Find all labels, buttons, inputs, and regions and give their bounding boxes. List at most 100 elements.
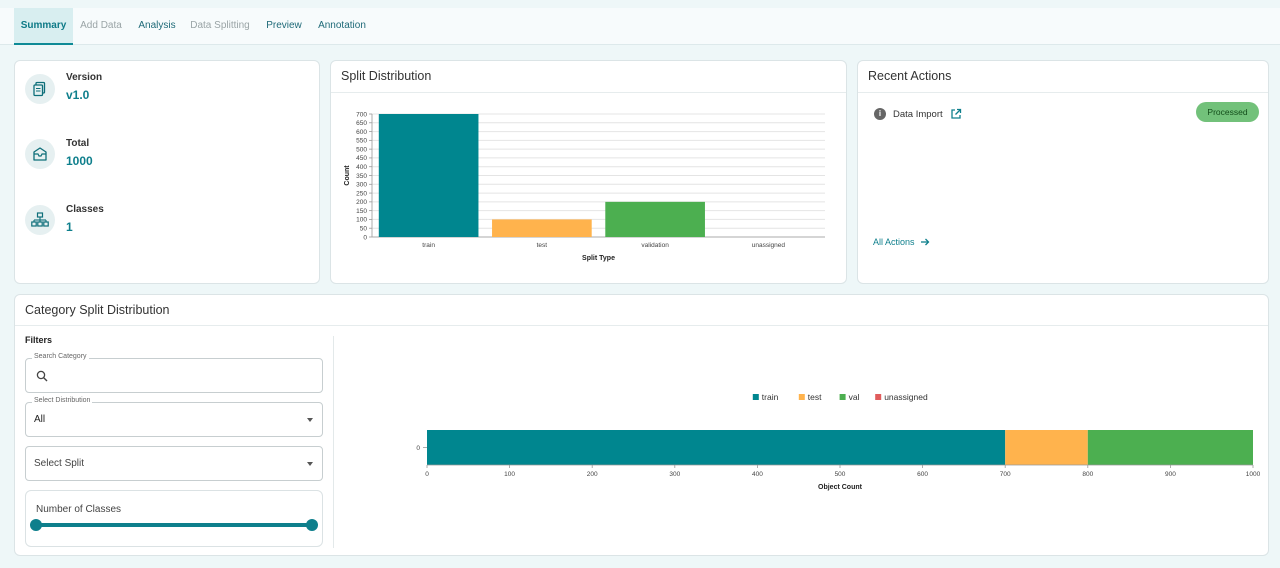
copy-icon bbox=[25, 74, 55, 104]
y-tick-label: 50 bbox=[360, 226, 368, 233]
number-of-classes-box: Number of Classes bbox=[25, 490, 323, 547]
bar-segment-test bbox=[1005, 430, 1088, 465]
y-tick-label: 500 bbox=[356, 146, 367, 153]
classes-value: 1 bbox=[66, 220, 73, 234]
x-tick-label: 0 bbox=[425, 471, 429, 478]
select-split-placeholder: Select Split bbox=[34, 458, 85, 469]
open-external-icon[interactable] bbox=[950, 108, 962, 120]
tab-data-splitting[interactable]: Data Splitting bbox=[188, 8, 252, 44]
bar-segment-val bbox=[1087, 430, 1253, 465]
y-axis-title: Count bbox=[344, 165, 351, 186]
hierarchy-icon bbox=[25, 205, 55, 235]
select-distribution-legend: Select Distribution bbox=[32, 397, 93, 404]
x-tick-label: 900 bbox=[1165, 471, 1176, 478]
slider-max-thumb[interactable] bbox=[306, 519, 318, 531]
status-badge: Processed bbox=[1196, 102, 1259, 122]
x-axis-title: Split Type bbox=[582, 255, 615, 262]
action-item: i Data Import bbox=[874, 107, 962, 121]
recent-actions-title: Recent Actions bbox=[868, 69, 952, 83]
action-label: Data Import bbox=[893, 108, 943, 120]
y-tick-label: 100 bbox=[356, 217, 367, 224]
y-tick-label: 650 bbox=[356, 120, 367, 127]
slider-min-thumb[interactable] bbox=[30, 519, 42, 531]
bar-test bbox=[492, 219, 592, 237]
all-actions-label: All Actions bbox=[873, 237, 915, 247]
tab-add-data[interactable]: Add Data bbox=[76, 8, 126, 44]
select-split-field[interactable]: Select Split bbox=[25, 446, 323, 481]
x-tick-label: validation bbox=[641, 242, 669, 249]
x-tick-label: 500 bbox=[835, 471, 846, 478]
tab-preview[interactable]: Preview bbox=[262, 8, 306, 44]
tab-bar: Summary Add Data Analysis Data Splitting… bbox=[0, 8, 1280, 45]
search-category-legend: Search Category bbox=[32, 353, 89, 360]
recent-actions-card: Recent Actions i Data Import Processed A… bbox=[857, 60, 1269, 284]
y-tick-label: 200 bbox=[356, 199, 367, 206]
split-distribution-card: Split Distribution 0 50 100 150 200 250 300 350… bbox=[330, 60, 847, 284]
tab-annotation[interactable]: Annotation bbox=[315, 8, 369, 44]
split-distribution-title: Split Distribution bbox=[341, 69, 432, 83]
filters-title: Filters bbox=[25, 335, 53, 345]
y-tick-label: 700 bbox=[356, 111, 367, 118]
x-tick-label: test bbox=[537, 242, 548, 249]
slider-track[interactable] bbox=[35, 523, 313, 527]
x-tick-label: 600 bbox=[917, 471, 928, 478]
x-tick-label: train bbox=[422, 242, 435, 249]
y-tick-label: 150 bbox=[356, 208, 367, 215]
legend-swatch-train bbox=[752, 394, 759, 400]
inbox-icon bbox=[25, 139, 55, 169]
y-tick-label: 400 bbox=[356, 164, 367, 171]
x-tick-label: 400 bbox=[752, 471, 763, 478]
y-tick-label: 250 bbox=[356, 190, 367, 197]
version-value: v1.0 bbox=[66, 88, 90, 102]
total-value: 1000 bbox=[66, 154, 93, 168]
number-of-classes-label: Number of Classes bbox=[36, 504, 122, 515]
legend-label-train: train bbox=[762, 392, 779, 402]
version-label: Version bbox=[66, 72, 103, 83]
legend-swatch-test bbox=[798, 394, 805, 400]
legend-swatch-unassigned bbox=[875, 394, 882, 400]
legend-label-val: val bbox=[849, 392, 860, 402]
legend-swatch-val bbox=[839, 394, 846, 400]
y-tick-label: 300 bbox=[356, 182, 367, 189]
x-tick-label: 200 bbox=[587, 471, 598, 478]
bar-train bbox=[378, 114, 479, 237]
card-divider bbox=[15, 325, 1268, 326]
x-tick-label: 700 bbox=[1000, 471, 1011, 478]
tab-analysis[interactable]: Analysis bbox=[134, 8, 180, 44]
select-distribution-value: All bbox=[34, 414, 46, 425]
select-distribution-field[interactable]: Select Distribution All bbox=[25, 397, 323, 437]
classes-label: Classes bbox=[66, 204, 104, 215]
chevron-down-icon bbox=[307, 462, 313, 466]
legend-label-unassigned: unassigned bbox=[884, 392, 928, 402]
y-tick-label: 550 bbox=[356, 138, 367, 145]
bar-segment-train bbox=[427, 430, 1006, 465]
search-category-field[interactable]: Search Category bbox=[25, 353, 323, 393]
chevron-down-icon bbox=[307, 418, 313, 422]
category-split-chart: train test val unassigned 0 0 100 200 300 400 500 6… bbox=[416, 392, 1261, 491]
category-split-title: Category Split Distribution bbox=[25, 303, 170, 317]
stats-card: Version v1.0 Total 1000 Classes 1 bbox=[14, 60, 320, 284]
split-distribution-chart: 050 100 150 200 250300 350 400 450 500550 600 650 7… bbox=[344, 111, 825, 262]
all-actions-link[interactable]: All Actions bbox=[873, 237, 930, 247]
search-icon bbox=[36, 370, 48, 382]
y-tick-label: 0 bbox=[363, 234, 367, 241]
x-tick-label: 1000 bbox=[1246, 471, 1261, 478]
tab-summary[interactable]: Summary bbox=[14, 8, 73, 45]
y-tick-label: 0 bbox=[416, 445, 420, 452]
x-tick-label: 100 bbox=[504, 471, 515, 478]
total-label: Total bbox=[66, 138, 90, 149]
x-tick-label: 800 bbox=[1082, 471, 1093, 478]
y-tick-label: 350 bbox=[356, 173, 367, 180]
info-icon: i bbox=[874, 108, 886, 120]
y-tick-label: 600 bbox=[356, 129, 367, 136]
card-divider bbox=[858, 92, 1268, 93]
y-tick-label: 450 bbox=[356, 155, 367, 162]
arrow-right-icon bbox=[920, 238, 929, 246]
vertical-divider bbox=[333, 336, 334, 548]
x-tick-label: unassigned bbox=[752, 242, 786, 249]
legend-label-test: test bbox=[808, 392, 822, 402]
x-axis-title: Object Count bbox=[818, 484, 863, 491]
x-tick-label: 300 bbox=[669, 471, 680, 478]
bar-validation bbox=[605, 201, 705, 237]
category-split-card: Category Split Distribution Filters Sear… bbox=[14, 294, 1269, 556]
